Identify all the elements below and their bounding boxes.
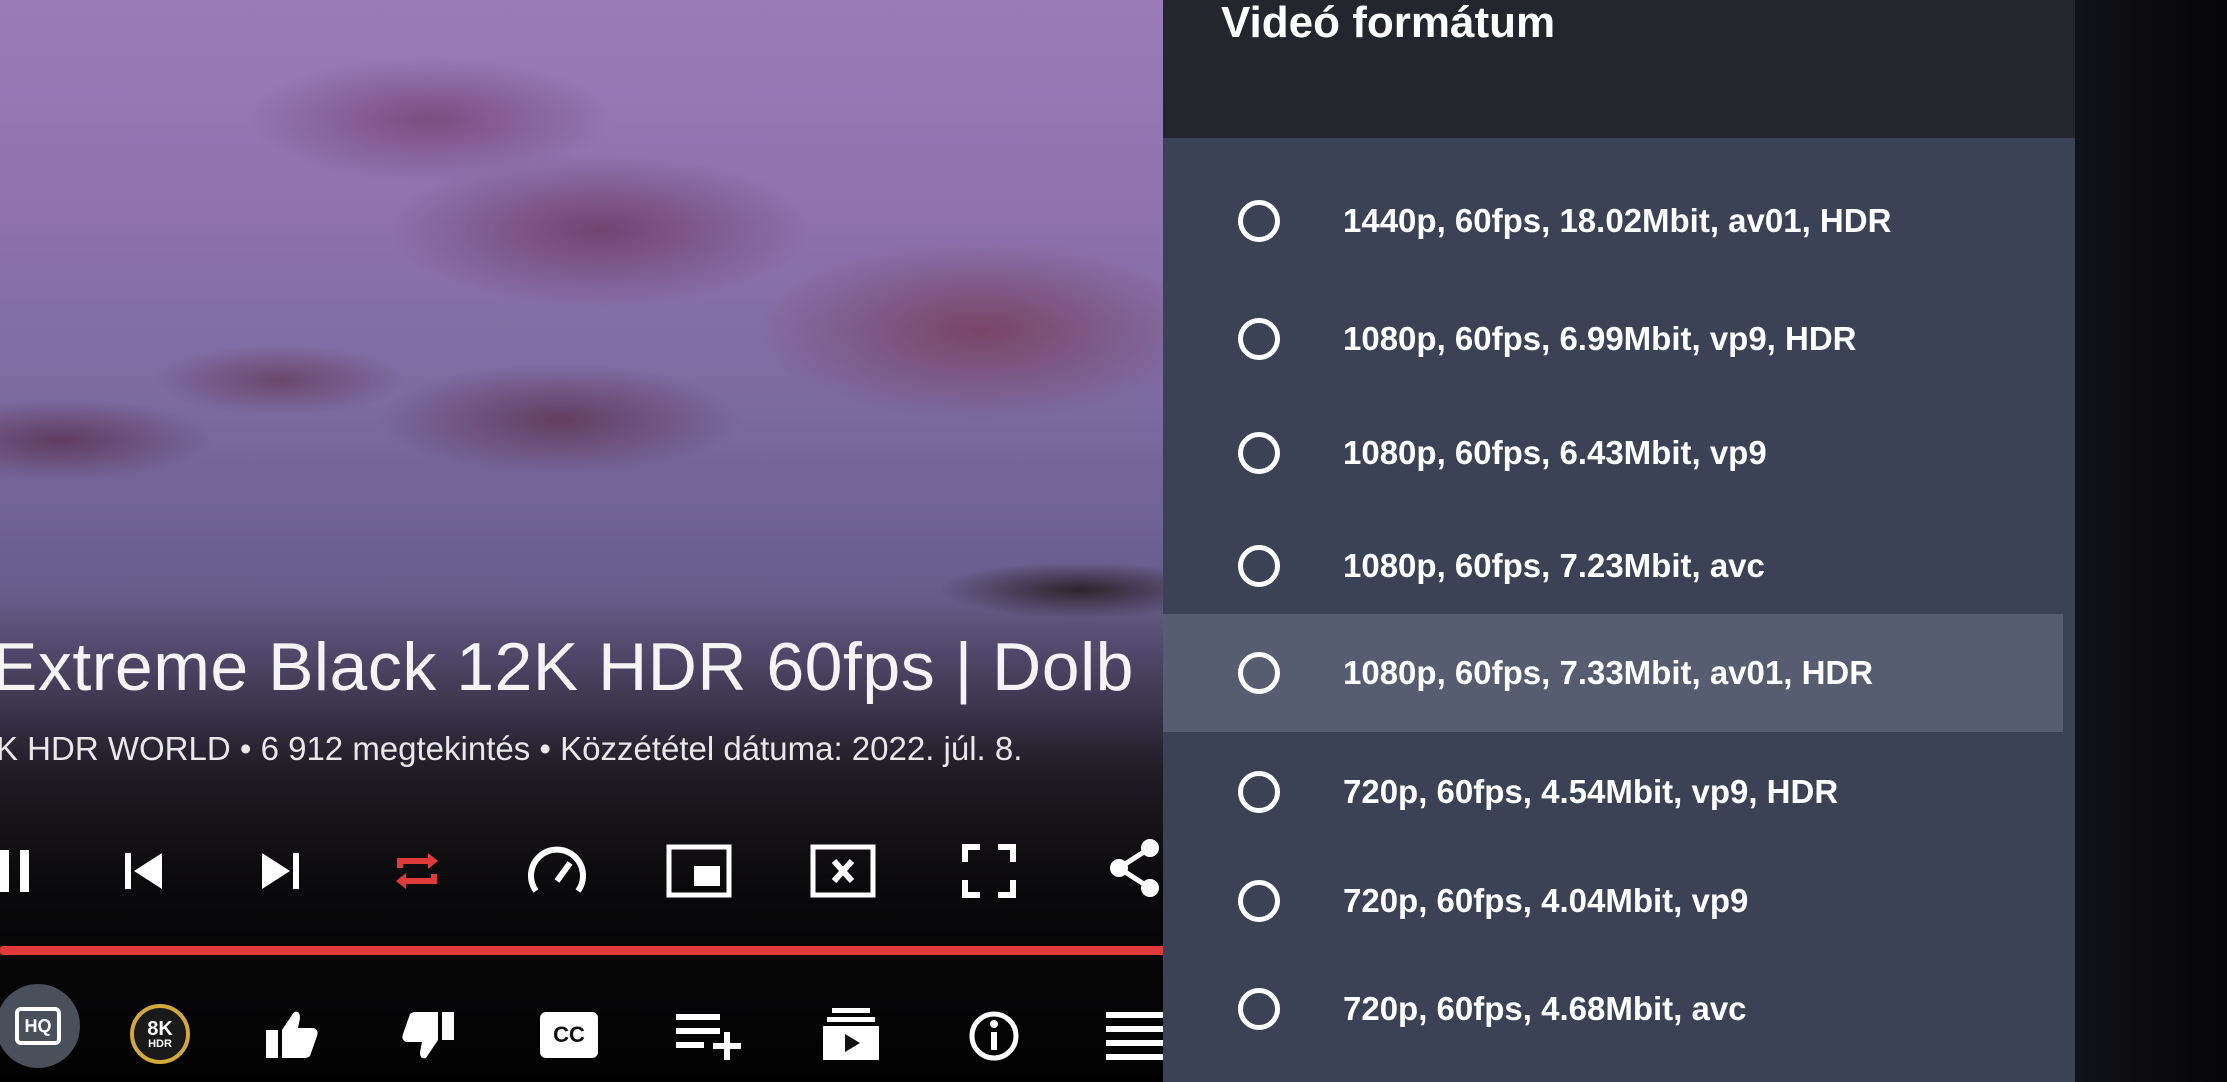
format-option[interactable]: 720p, 60fps, 4.54Mbit, vp9, HDR <box>1163 733 2063 851</box>
8k-hdr-badge-icon[interactable]: 8K HDR <box>130 1004 190 1064</box>
format-option-label: 720p, 60fps, 4.04Mbit, vp9 <box>1343 882 1749 919</box>
radio-unchecked-icon[interactable] <box>1238 318 1280 360</box>
format-option-selected[interactable]: 1080p, 60fps, 7.33Mbit, av01, HDR <box>1163 614 2063 732</box>
screen-bezel <box>2075 0 2227 1082</box>
format-option[interactable]: 1080p, 60fps, 7.23Mbit, avc <box>1163 507 2063 625</box>
next-icon[interactable] <box>258 850 302 892</box>
add-to-playlist-icon[interactable] <box>674 1010 744 1060</box>
subscriptions-icon[interactable] <box>822 1006 880 1062</box>
format-option-label: 1440p, 60fps, 18.02Mbit, av01, HDR <box>1343 202 1892 239</box>
hq-icon[interactable]: HQ <box>0 984 80 1068</box>
format-option[interactable]: 720p, 60fps, 4.04Mbit, vp9 <box>1163 842 2063 960</box>
video-meta: K HDR WORLD • 6 912 megtekintés • Közzét… <box>0 730 1023 767</box>
panel-title: Videó formátum <box>1221 0 1556 47</box>
video-title: Extreme Black 12K HDR 60fps | Dolb <box>0 629 1134 705</box>
format-option[interactable]: 720p, 60fps, 4.68Mbit, avc <box>1163 950 2063 1068</box>
hq-label: HQ <box>15 1007 61 1045</box>
playback-speed-icon[interactable] <box>526 843 588 899</box>
closed-captions-icon[interactable]: CC <box>540 1012 598 1058</box>
format-option[interactable]: 1080p, 60fps, 6.99Mbit, vp9, HDR <box>1163 280 2063 398</box>
info-icon[interactable] <box>968 1010 1020 1062</box>
radio-unchecked-icon[interactable] <box>1238 880 1280 922</box>
format-option-label: 1080p, 60fps, 7.33Mbit, av01, HDR <box>1343 654 1874 691</box>
radio-unchecked-icon[interactable] <box>1238 652 1280 694</box>
progress-bar[interactable] <box>0 946 1185 955</box>
pause-icon[interactable] <box>0 848 40 894</box>
format-option-label: 720p, 60fps, 4.54Mbit, vp9, HDR <box>1343 773 1839 810</box>
format-option-label: 1080p, 60fps, 6.43Mbit, vp9 <box>1343 434 1767 471</box>
share-icon[interactable] <box>1108 838 1162 898</box>
dislike-icon[interactable] <box>400 1010 456 1062</box>
format-option-label: 720p, 60fps, 4.68Mbit, avc <box>1343 990 1747 1027</box>
repeat-icon[interactable] <box>392 846 442 896</box>
picture-in-picture-icon[interactable] <box>666 844 732 898</box>
close-video-icon[interactable] <box>810 844 876 898</box>
format-option-label: 1080p, 60fps, 7.23Mbit, avc <box>1343 547 1765 584</box>
badge-8k-label: 8K <box>147 1017 173 1040</box>
radio-unchecked-icon[interactable] <box>1238 988 1280 1030</box>
badge-hdr-label: HDR <box>148 1037 172 1050</box>
format-option[interactable]: 1440p, 60fps, 18.02Mbit, av01, HDR <box>1163 162 2063 280</box>
radio-unchecked-icon[interactable] <box>1238 432 1280 474</box>
radio-unchecked-icon[interactable] <box>1238 771 1280 813</box>
format-option[interactable]: 1080p, 60fps, 6.43Mbit, vp9 <box>1163 394 2063 512</box>
like-icon[interactable] <box>264 1008 320 1060</box>
fullscreen-icon[interactable] <box>962 844 1016 898</box>
panel-header: Videó formátum <box>1163 0 2075 138</box>
radio-unchecked-icon[interactable] <box>1238 545 1280 587</box>
format-option-label: 1080p, 60fps, 6.99Mbit, vp9, HDR <box>1343 320 1857 357</box>
video-format-panel: Videó formátum 1440p, 60fps, 18.02Mbit, … <box>1163 0 2075 1082</box>
cc-label: CC <box>540 1012 598 1058</box>
previous-icon[interactable] <box>122 850 166 892</box>
radio-unchecked-icon[interactable] <box>1238 200 1280 242</box>
